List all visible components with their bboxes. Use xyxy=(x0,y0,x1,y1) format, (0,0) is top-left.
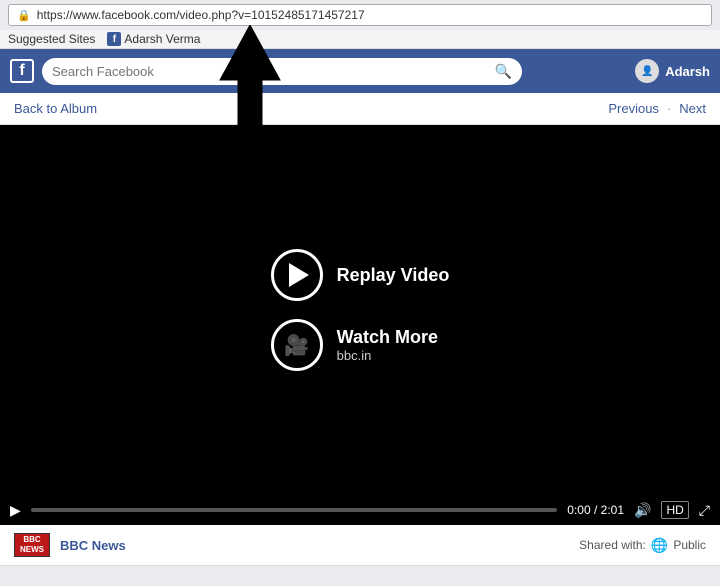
bookmark-adarsh[interactable]: f Adarsh Verma xyxy=(107,32,200,46)
next-link[interactable]: Next xyxy=(679,101,706,116)
page-content: Back to Album Previous · Next Replay Vid… xyxy=(0,93,720,566)
progress-bar[interactable] xyxy=(31,508,558,512)
globe-icon: 🌐 xyxy=(651,537,668,554)
time-display: 0:00 / 2:01 xyxy=(567,503,624,517)
nav-divider: · xyxy=(667,101,671,116)
replay-label: Replay Video xyxy=(337,265,450,286)
bookmarks-bar: Suggested Sites f Adarsh Verma xyxy=(0,30,720,49)
quality-button[interactable]: HD xyxy=(661,501,688,519)
volume-icon[interactable]: 🔊 xyxy=(634,502,651,519)
video-info-bar: BBCNEWS BBC News Shared with: 🌐 Public xyxy=(0,525,720,566)
video-overlay: Replay Video 🎥 Watch More bbc.in xyxy=(271,249,450,371)
fullscreen-button[interactable]: ⤢ xyxy=(699,502,710,519)
source-name[interactable]: BBC News xyxy=(60,538,126,553)
search-icon: 🔍 xyxy=(495,63,512,80)
back-to-album-link[interactable]: Back to Album xyxy=(14,101,97,116)
fb-logo[interactable]: f xyxy=(10,59,34,83)
facebook-navbar: f 🔍 👤 Adarsh xyxy=(0,49,720,93)
play-pause-button[interactable]: ▶ xyxy=(10,502,21,519)
user-name: Adarsh xyxy=(665,64,710,79)
nav-right: 👤 Adarsh xyxy=(635,59,710,83)
watch-more-button[interactable]: 🎥 Watch More bbc.in xyxy=(271,319,438,371)
address-bar[interactable]: 🔒 https://www.facebook.com/video.php?v=1… xyxy=(8,4,712,26)
shared-label: Shared with: xyxy=(579,538,646,552)
bbc-logo: BBCNEWS xyxy=(14,533,50,557)
album-nav: Back to Album Previous · Next xyxy=(0,93,720,125)
avatar[interactable]: 👤 xyxy=(635,59,659,83)
replay-circle-btn xyxy=(271,249,323,301)
video-player[interactable]: Replay Video 🎥 Watch More bbc.in xyxy=(0,125,720,495)
previous-link[interactable]: Previous xyxy=(608,101,659,116)
watch-more-text: Watch More bbc.in xyxy=(337,327,438,363)
public-label: Public xyxy=(673,538,706,552)
watch-more-circle-btn: 🎥 xyxy=(271,319,323,371)
https-icon: 🔒 xyxy=(17,9,31,22)
shared-with: Shared with: 🌐 Public xyxy=(579,537,706,554)
fb-favicon-bookmark: f xyxy=(107,32,121,46)
video-controls-bar: ▶ 0:00 / 2:01 🔊 HD ⤢ xyxy=(0,495,720,525)
browser-chrome: 🔒 https://www.facebook.com/video.php?v=1… xyxy=(0,4,720,49)
replay-video-button[interactable]: Replay Video xyxy=(271,249,450,301)
play-icon xyxy=(289,263,309,287)
search-wrap: 🔍 xyxy=(42,58,522,85)
camera-icon: 🎥 xyxy=(284,333,309,358)
bookmark-suggested[interactable]: Suggested Sites xyxy=(8,32,95,46)
search-input[interactable] xyxy=(42,58,522,85)
url-text: https://www.facebook.com/video.php?v=101… xyxy=(37,8,365,22)
